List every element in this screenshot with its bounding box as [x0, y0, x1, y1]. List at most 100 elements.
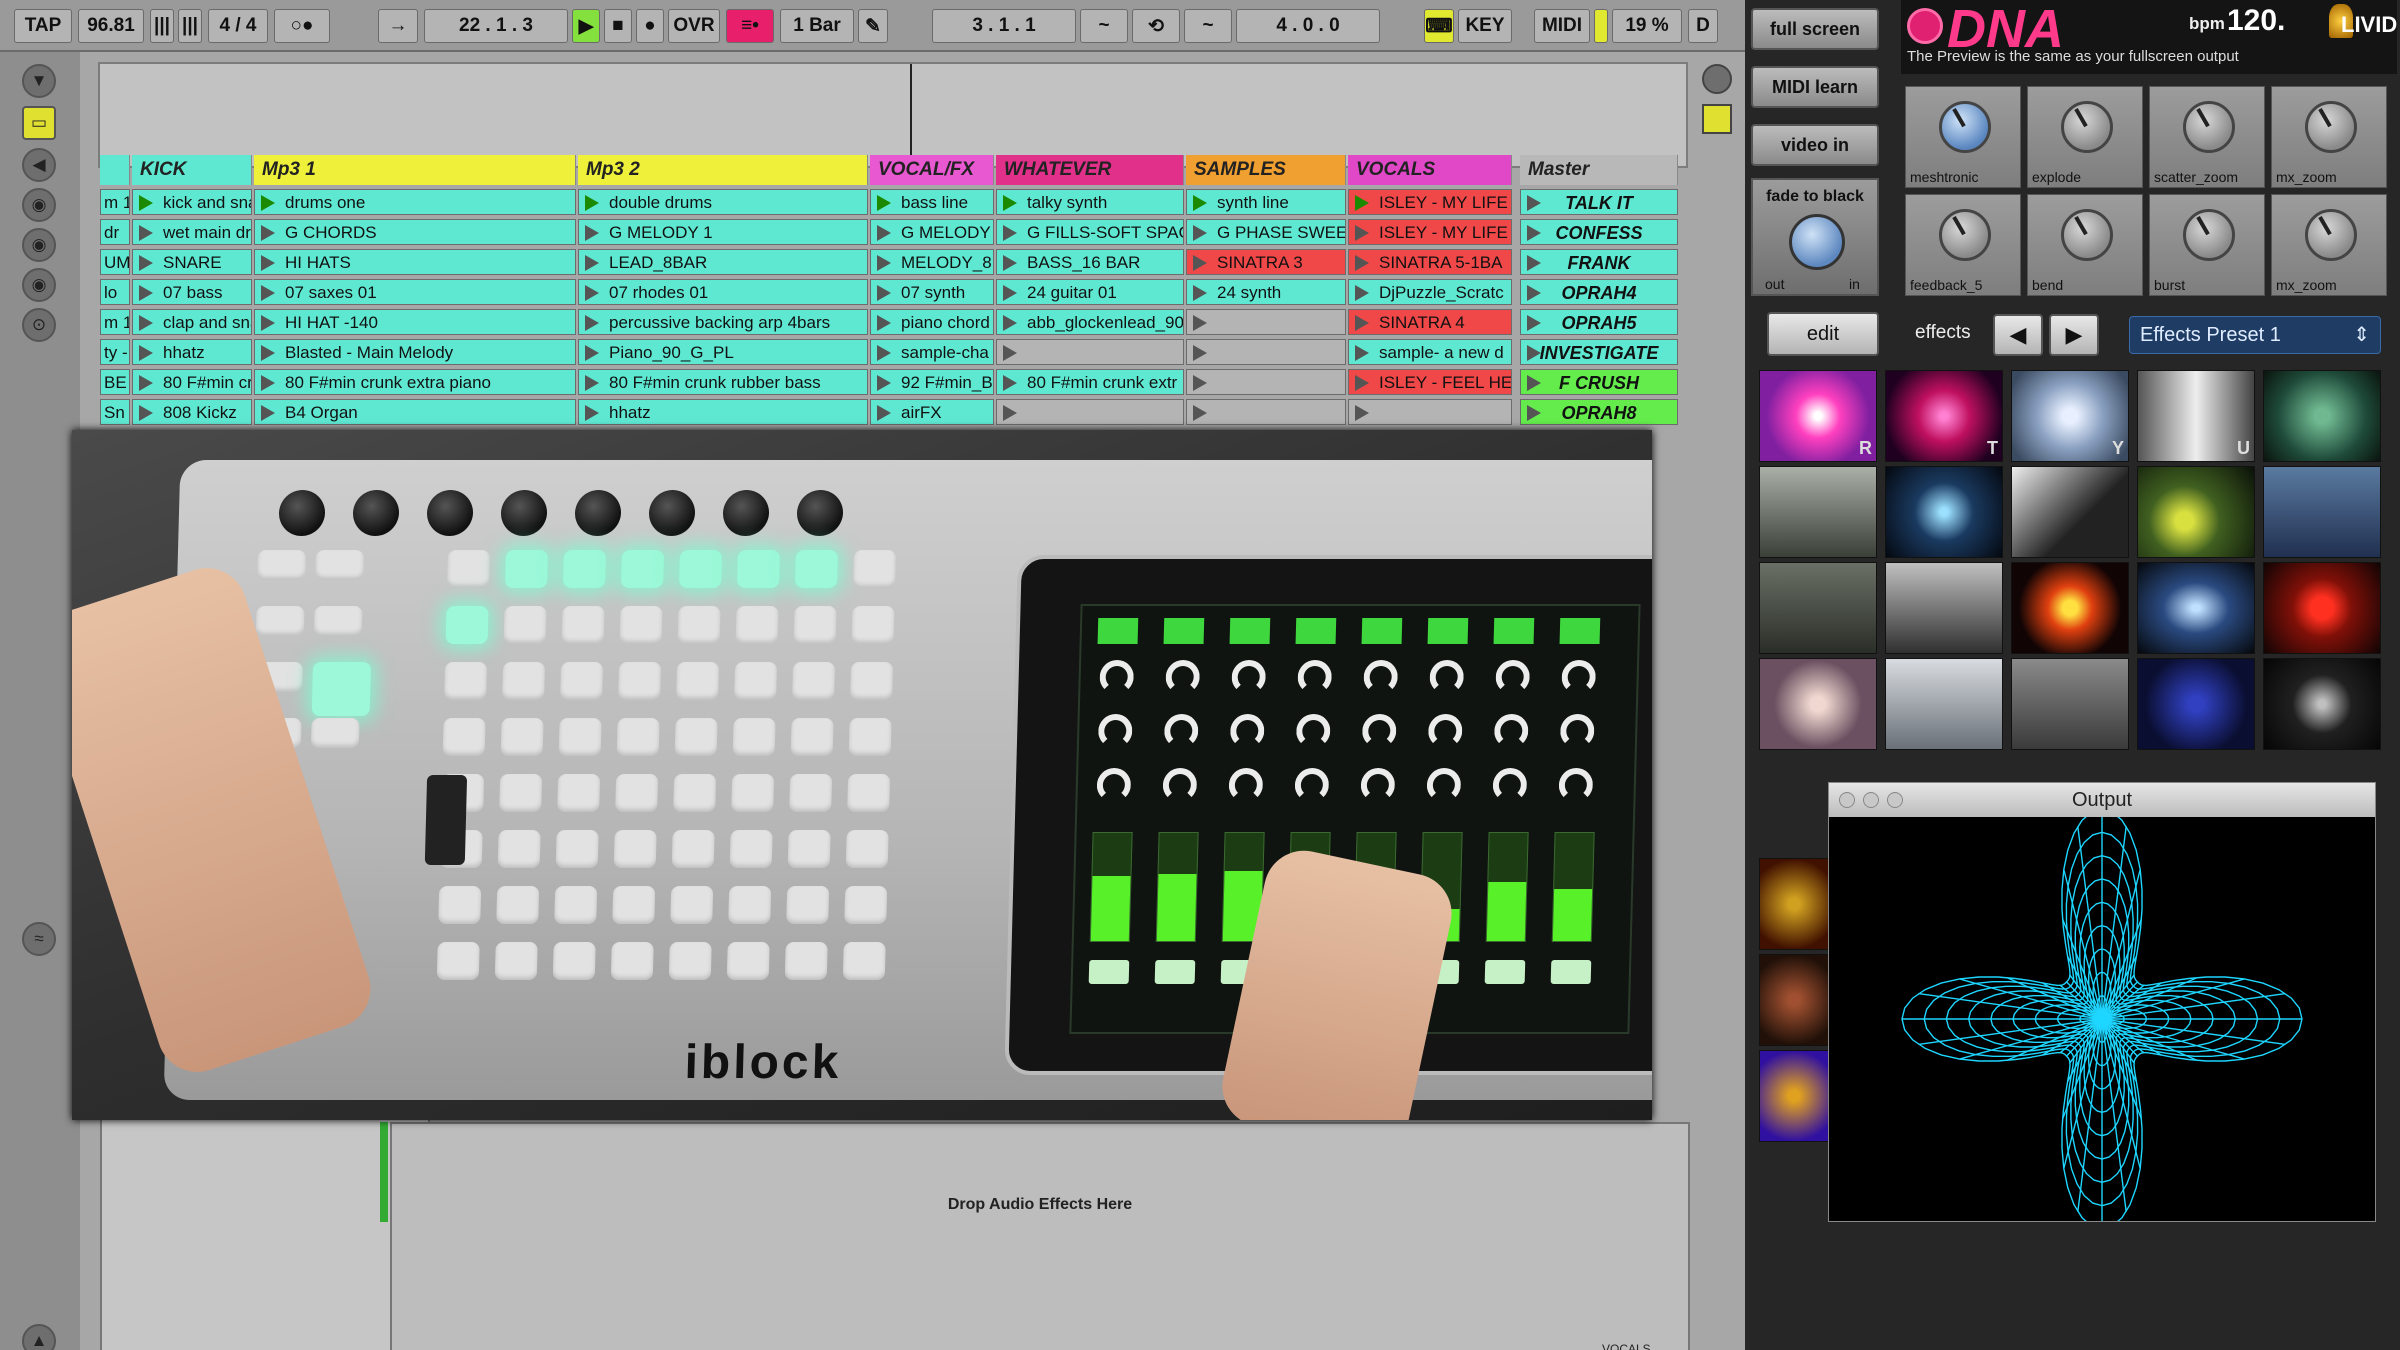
scene-launch[interactable]: OPRAH5	[1520, 309, 1678, 335]
clip-slot[interactable]: hhatz	[132, 339, 252, 365]
full-screen-button[interactable]: full screen	[1751, 8, 1879, 50]
effect-knob[interactable]	[2305, 101, 2357, 153]
clip-play-icon[interactable]	[1003, 345, 1017, 361]
clip-slot[interactable]	[1186, 309, 1346, 335]
loop-button[interactable]: ⟲	[1132, 9, 1180, 43]
clip-slot[interactable]: percussive backing arp 4bars	[578, 309, 868, 335]
effects-preset-dropdown[interactable]: Effects Preset 1 ⇕	[2129, 316, 2381, 354]
clip-slot[interactable]	[996, 399, 1184, 425]
clip-slot[interactable]	[996, 339, 1184, 365]
clip-play-icon[interactable]	[877, 225, 891, 241]
menu-icon[interactable]	[1702, 64, 1732, 94]
track-header-kick[interactable]: KICK	[132, 155, 252, 185]
clip-slot[interactable]: ISLEY - MY LIFE	[1348, 189, 1512, 215]
record-button[interactable]: ●	[636, 9, 664, 43]
effect-thumbnail[interactable]	[1885, 562, 2003, 654]
scene-launch[interactable]: TALK IT	[1520, 189, 1678, 215]
fade-knob[interactable]	[1789, 214, 1845, 270]
waveform-icon[interactable]: ≈	[22, 922, 56, 956]
clip-play-icon[interactable]	[1355, 375, 1369, 391]
clip-slot[interactable]: 92 F#min_B	[870, 369, 994, 395]
clip-slot[interactable]: BASS_16 BAR	[996, 249, 1184, 275]
clip-play-icon[interactable]	[585, 345, 599, 361]
clip-slot[interactable]: 80 F#min crunk rubber bass	[578, 369, 868, 395]
punch-out-button[interactable]: ~	[1184, 9, 1232, 43]
effect-knob[interactable]	[1939, 209, 1991, 261]
clip-slot[interactable]: G CHORDS	[254, 219, 576, 245]
effect-thumbnail[interactable]	[2263, 562, 2381, 654]
track-header-whatever[interactable]: WHATEVER	[996, 155, 1184, 185]
effect-thumbnail[interactable]	[2137, 658, 2255, 750]
effect-thumbnail[interactable]	[1759, 562, 1877, 654]
effect-thumbnail[interactable]	[1885, 466, 2003, 558]
clip-play-icon[interactable]	[1003, 405, 1017, 421]
clip-slot[interactable]: ISLEY - FEEL HE	[1348, 369, 1512, 395]
computer-midi-keyboard-button[interactable]: ⌨	[1424, 9, 1454, 43]
clip-slot[interactable]: double drums	[578, 189, 868, 215]
metronome-button[interactable]: ○●	[274, 9, 330, 43]
clip-play-icon[interactable]	[139, 315, 153, 331]
clip-slot[interactable]: m 1	[100, 189, 130, 215]
scene-launch[interactable]: CONFESS	[1520, 219, 1678, 245]
clip-play-icon[interactable]	[139, 225, 153, 241]
scene-play-icon[interactable]	[1527, 315, 1541, 331]
scene-play-icon[interactable]	[1527, 195, 1541, 211]
scene-play-icon[interactable]	[1527, 375, 1541, 391]
clip-slot[interactable]: synth line	[1186, 189, 1346, 215]
clip-play-icon[interactable]	[1355, 255, 1369, 271]
mixer-toggle-icon[interactable]	[1702, 104, 1732, 134]
nudge-down-button[interactable]: |||	[150, 9, 174, 43]
clip-play-icon[interactable]	[585, 375, 599, 391]
device-drop-zone[interactable]: Drop Audio Effects Here	[390, 1122, 1690, 1350]
effect-thumbnail[interactable]	[2263, 658, 2381, 750]
effect-knob[interactable]	[2183, 101, 2235, 153]
power-icon[interactable]	[1907, 8, 1943, 44]
search-icon[interactable]: ⊙	[22, 308, 56, 342]
clip-play-icon[interactable]	[1355, 345, 1369, 361]
midi-map-button[interactable]: MIDI	[1534, 9, 1590, 43]
effect-knob[interactable]	[2305, 209, 2357, 261]
clip-play-icon[interactable]	[877, 255, 891, 271]
clip-slot[interactable]: ty -	[100, 339, 130, 365]
clip-play-icon[interactable]	[1003, 255, 1017, 271]
clip-slot[interactable]: HI HAT -140	[254, 309, 576, 335]
effect-knob[interactable]	[2183, 209, 2235, 261]
clip-slot[interactable]: SNARE	[132, 249, 252, 275]
track-header-master[interactable]: Master	[1520, 155, 1678, 185]
effect-thumbnail[interactable]	[2011, 466, 2129, 558]
scene-play-icon[interactable]	[1527, 225, 1541, 241]
scene-play-icon[interactable]	[1527, 345, 1541, 361]
scene-launch[interactable]: OPRAH8	[1520, 399, 1678, 425]
loop-start-field[interactable]: 3 . 1 . 1	[932, 9, 1076, 43]
clip-play-icon[interactable]	[139, 405, 153, 421]
clip-slot[interactable]: 80 F#min cr	[132, 369, 252, 395]
clip-play-icon[interactable]	[1355, 405, 1369, 421]
track-header-mp3-1[interactable]: Mp3 1	[254, 155, 576, 185]
clip-play-icon[interactable]	[1193, 195, 1207, 211]
play-button[interactable]: ▶	[572, 9, 600, 43]
clip-play-icon[interactable]	[1193, 375, 1207, 391]
clip-slot[interactable]: airFX	[870, 399, 994, 425]
clip-slot[interactable]: Piano_90_G_PL	[578, 339, 868, 365]
clip-play-icon[interactable]	[1003, 315, 1017, 331]
clip-slot[interactable]: G MELODY 1	[578, 219, 868, 245]
clip-slot[interactable]	[1186, 339, 1346, 365]
track-header-vocal-fx[interactable]: VOCAL/FX	[870, 155, 994, 185]
punch-in-button[interactable]: ~	[1080, 9, 1128, 43]
track-header-vocals[interactable]: VOCALS	[1348, 155, 1512, 185]
clip-play-icon[interactable]	[585, 195, 599, 211]
clip-play-icon[interactable]	[877, 375, 891, 391]
clip-slot[interactable]: HI HATS	[254, 249, 576, 275]
clip-play-icon[interactable]	[139, 195, 153, 211]
clip-play-icon[interactable]	[1003, 225, 1017, 241]
clip-play-icon[interactable]	[1193, 345, 1207, 361]
clip-play-icon[interactable]	[877, 345, 891, 361]
pencil-icon[interactable]: ✎	[858, 9, 888, 43]
clip-play-icon[interactable]	[139, 345, 153, 361]
folder-icon[interactable]: ▭	[22, 106, 56, 140]
clip-slot[interactable]: LEAD_8BAR	[578, 249, 868, 275]
clip-slot[interactable]: ISLEY - MY LIFE	[1348, 219, 1512, 245]
session-record-button[interactable]: ≡•	[726, 9, 774, 43]
clip-slot[interactable]: 80 F#min crunk extr	[996, 369, 1184, 395]
effect-thumbnail[interactable]	[1885, 658, 2003, 750]
